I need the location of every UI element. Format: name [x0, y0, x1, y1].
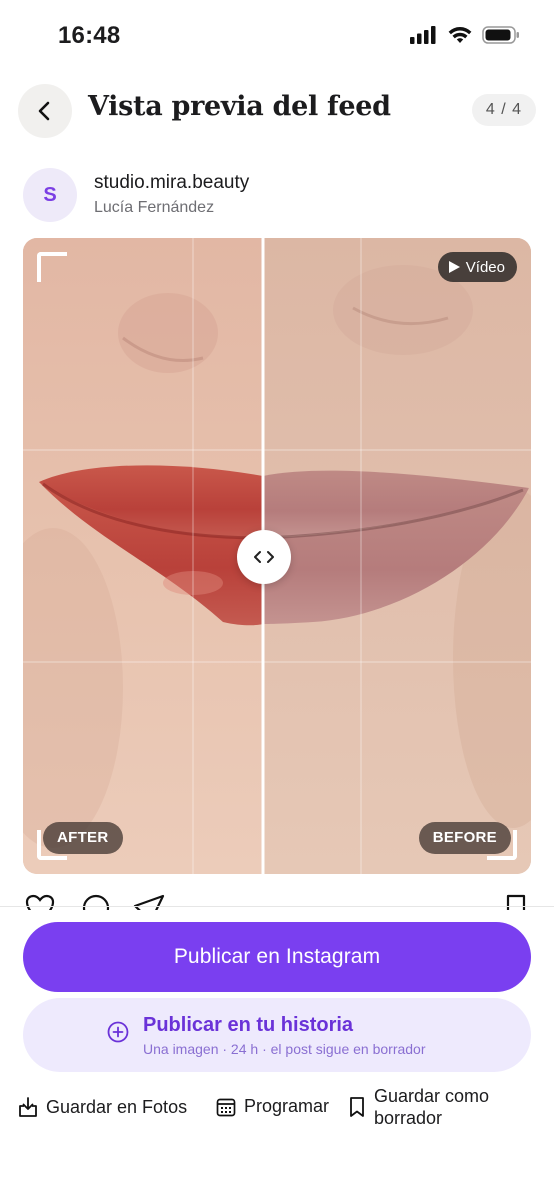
schedule-label: Programar [244, 1096, 330, 1116]
save-draft-button[interactable]: Guardar como borrador [348, 1085, 489, 1129]
video-badge: Vídeo [437, 252, 517, 282]
sheet-divider [0, 906, 554, 907]
download-icon [19, 1097, 37, 1117]
after-label: AFTER [43, 822, 123, 854]
story-title: Publicar en tu historia [143, 1014, 354, 1036]
account-name: Lucía Fernández [94, 199, 215, 216]
video-badge-label: Vídeo [465, 258, 505, 276]
share-icon[interactable] [133, 894, 165, 910]
page-counter: 4 / 4 [471, 94, 536, 126]
comment-icon[interactable] [81, 894, 111, 910]
calendar-icon [216, 1098, 236, 1116]
compare-slider-handle[interactable] [237, 530, 291, 584]
back-chevron-icon [38, 101, 50, 121]
play-icon [448, 261, 460, 273]
battery-icon [482, 26, 519, 44]
plus-circle-icon [107, 1021, 129, 1043]
save-draft-line-1: Guardar como [374, 1086, 490, 1106]
status-time: 16:48 [58, 22, 121, 49]
avatar-letter: S [43, 183, 57, 206]
publish-story-button[interactable]: Publicar en tu historia Una imagen · 24 … [23, 998, 531, 1072]
bookmark-outline-icon [350, 1097, 364, 1117]
schedule-button[interactable]: Programar [216, 1096, 329, 1117]
story-subtitle: Una imagen · 24 h · el post sigue en bor… [143, 1041, 426, 1057]
save-to-photos-label: Guardar en Fotos [46, 1096, 188, 1117]
bookmark-icon[interactable] [505, 894, 527, 910]
save-draft-line-2: borrador [374, 1108, 443, 1128]
page-title: Vista previa del feed [88, 91, 391, 122]
signal-icon [410, 26, 436, 44]
compare-arrows-icon [254, 551, 274, 563]
save-draft-label: Guardar como borrador [374, 1085, 489, 1129]
save-to-photos-button[interactable]: Guardar en Fotos [18, 1096, 187, 1118]
back-button[interactable] [18, 84, 72, 138]
heart-icon[interactable] [25, 894, 55, 910]
account-handle: studio.mira.beauty [94, 172, 250, 193]
before-label: BEFORE [418, 822, 511, 854]
avatar: S [23, 168, 77, 222]
status-icons [410, 26, 520, 44]
before-after-media[interactable]: Vídeo AFTER BEFORE [23, 238, 531, 874]
publish-instagram-button[interactable]: Publicar en Instagram [23, 922, 531, 992]
wifi-icon [448, 27, 472, 43]
corner-bracket-top-left [37, 252, 67, 282]
